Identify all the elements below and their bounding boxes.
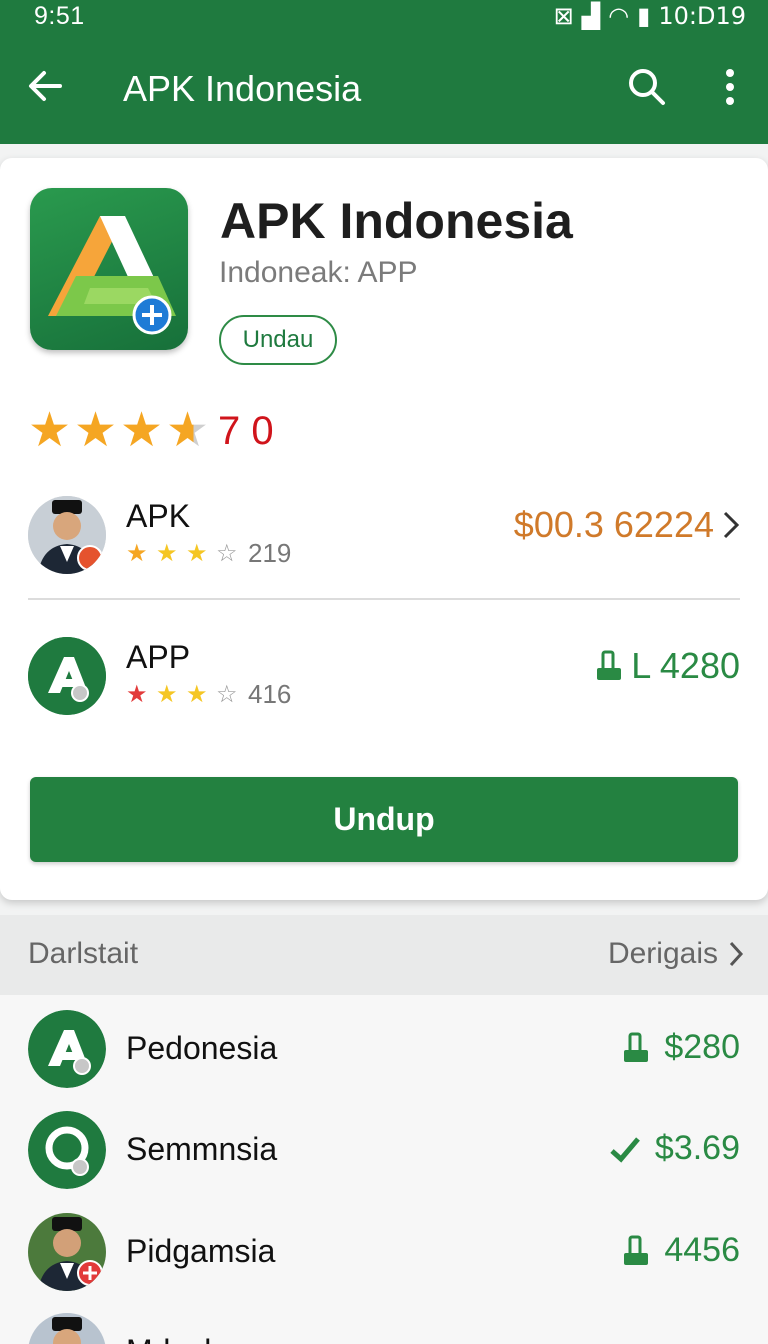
listing-stars: ★ ★ ★ ☆ 416 [126,679,291,710]
battery-icon: ▮ [637,2,651,30]
avatar [28,1111,106,1189]
wifi-icon: ◠ [608,2,630,30]
divider [28,598,740,600]
primary-action-button[interactable]: Undup [30,777,738,862]
list-item-price-text: $3.69 [654,1129,740,1167]
app-rating: ★ ★ ★ ★ 7 0 [28,406,274,456]
listing-row[interactable]: APK ★ ★ ★ ☆ 219 $00.3 62224 [28,490,740,580]
list-item[interactable]: Semmnsia $3.69 [28,1109,740,1191]
star-icon: ★ [120,404,164,457]
chevron-right-icon [729,941,744,967]
star-icon: ★ [126,681,148,708]
list-item-price: 4456 [622,1231,740,1270]
list-item-price-text: 4456 [664,1231,740,1269]
star-half-icon: ★ [166,407,212,455]
status-icons: ⊠ ▟ ◠ ▮ 10:D19 [554,2,746,30]
listing-price-text: $00.3 62224 [513,504,714,545]
list-item-price-text: $280 [664,1028,740,1066]
app-list: Pedonesia $280 Semmnsia $3.69 Pidgamsia … [0,995,768,1344]
listing-price: $00.3 62224 [514,504,740,546]
listing-count: 416 [248,679,292,709]
more-vert-icon[interactable] [712,66,748,108]
rating-text: 7 0 [218,408,274,453]
listing-stars: ★ ★ ★ ☆ 219 [126,538,291,569]
star-icon: ★ [186,681,208,708]
list-item-name: Pedonesia [126,1030,278,1066]
download-icon [624,1235,649,1265]
listing-name: APP [126,639,191,675]
app-subtitle: Indoneak: APP [219,256,418,289]
avatar [28,496,106,574]
search-icon[interactable] [626,66,668,108]
list-item-price: $280 [622,1028,740,1067]
star-icon: ★ [126,540,148,567]
list-item[interactable]: Pidgamsia 4456 [28,1211,740,1293]
star-outline-icon: ☆ [216,540,238,567]
star-outline-icon: ☆ [216,681,238,708]
listing-price: L 4280 [595,645,740,687]
download-icon [597,650,622,680]
app-title: APK Indonesia [220,193,573,249]
app-category-pill[interactable]: Undau [219,315,337,365]
list-item-price: $3.69 [609,1129,740,1168]
star-icon: ★ [156,681,178,708]
nfc-icon: ⊠ [553,2,574,30]
back-arrow-icon[interactable] [24,64,68,108]
list-item-name: Mdesl... [126,1333,238,1344]
star-icon: ★ [186,540,208,567]
listing-price-text: L 4280 [631,645,740,686]
star-icon: ★ [74,404,118,457]
app-bar: APK Indonesia [0,44,768,134]
verified-icon [610,1136,640,1163]
app-logo [30,188,188,350]
app-card: APK Indonesia Indoneak: APP Undau ★ ★ ★ … [0,158,768,900]
list-item[interactable]: Pedonesia $280 [28,1008,740,1090]
list-item-name: Semmnsia [126,1131,278,1167]
avatar [28,637,106,715]
avatar [28,1313,106,1344]
listing-name: APK [126,498,191,534]
chevron-right-icon [723,511,740,539]
section-title: Darlstait [28,937,139,970]
app-bar-title: APK Indonesia [123,68,362,109]
section-see-all[interactable]: Derigais [608,937,744,971]
avatar [28,1213,106,1291]
star-icon: ★ [156,540,178,567]
star-icon: ★ [28,404,72,457]
download-icon [624,1032,649,1062]
list-item[interactable]: Mdesl... [28,1311,740,1344]
status-clock: 10:D19 [658,2,746,30]
listing-count: 219 [248,538,292,568]
listing-row[interactable]: APP ★ ★ ★ ☆ 416 L 4280 [28,631,740,721]
avatar [28,1010,106,1088]
list-item-name: Pidgamsia [126,1233,276,1269]
signal-icon: ▟ [581,2,601,30]
status-time: 9:51 [34,2,85,30]
top-bar: 9:51 ⊠ ▟ ◠ ▮ 10:D19 APK Indonesia [0,0,768,144]
status-bar: 9:51 ⊠ ▟ ◠ ▮ 10:D19 [0,0,768,34]
section-see-all-label: Derigais [607,937,718,970]
section-header: Darlstait Derigais [0,915,768,995]
